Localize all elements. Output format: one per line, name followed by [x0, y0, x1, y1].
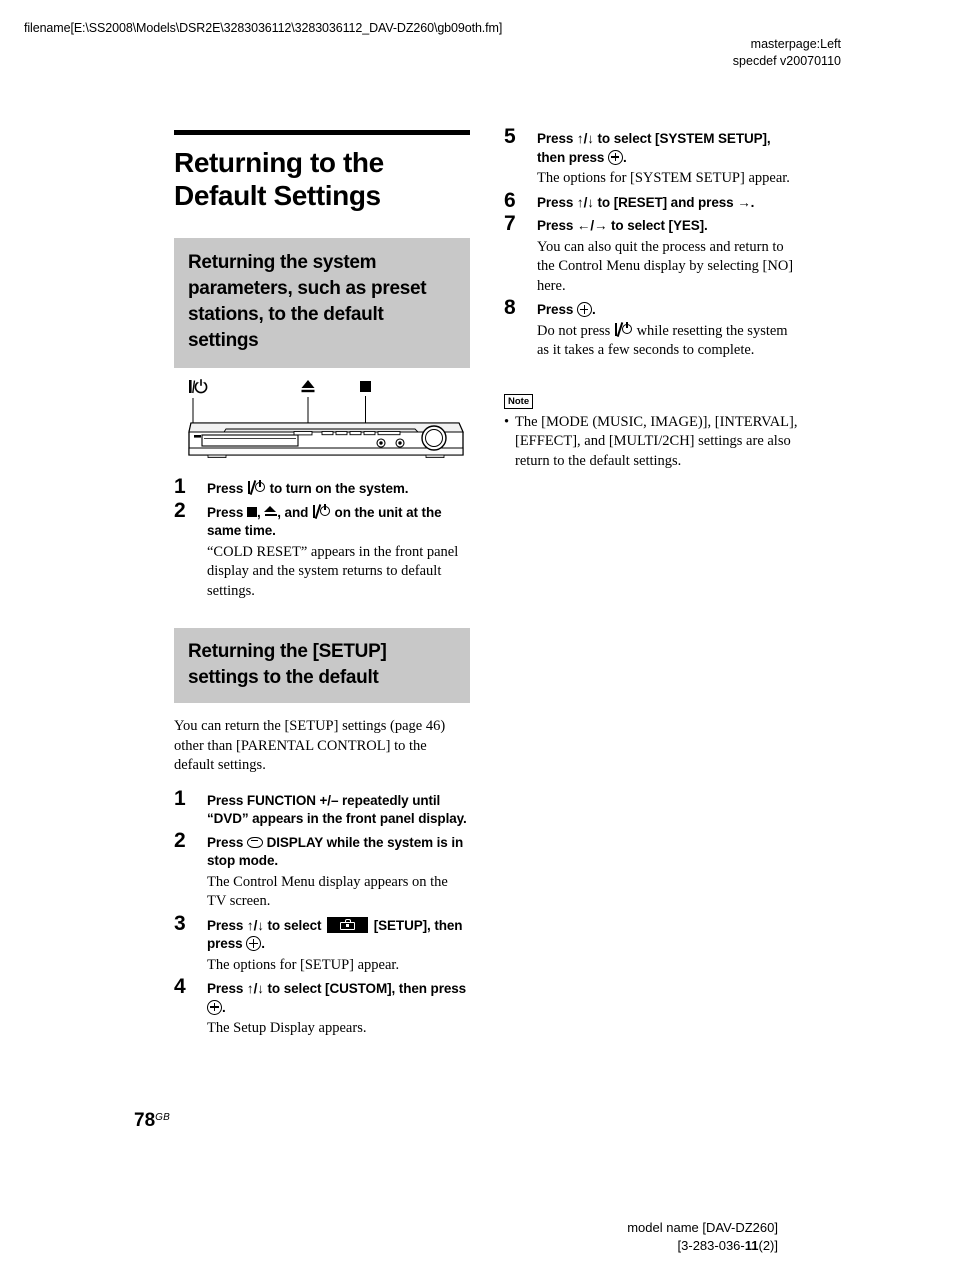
- footer-model-name: model name [DAV-DZ260]: [627, 1220, 778, 1235]
- left-column: Returning to the Default Settings Return…: [174, 130, 470, 1044]
- section-two-intro: You can return the [SETUP] settings (pag…: [174, 718, 446, 773]
- header-masterpage: masterpage:Left: [750, 37, 841, 51]
- step-title: Press ↑/↓ to select [CUSTOM], then press…: [207, 980, 470, 1017]
- step-item: 8 Press . Do not press while resetting t…: [504, 297, 800, 361]
- enter-icon: [607, 149, 623, 165]
- step-number: 6: [504, 188, 516, 212]
- step-title-text: Press: [207, 504, 247, 520]
- step-item: 2 Press DISPLAY while the system is in s…: [174, 830, 470, 912]
- step-body: You can also quit the process and return…: [537, 238, 794, 294]
- page-title: Returning to the Default Settings: [174, 147, 384, 211]
- step-body: “COLD RESET” appears in the front panel …: [207, 543, 459, 599]
- enter-icon: [576, 302, 592, 317]
- step-title: Press ↑/↓ to select [SETUP], then press …: [207, 916, 470, 954]
- step-title-text: ,: [256, 504, 265, 520]
- page-number-value: 78: [134, 1110, 156, 1131]
- step-title-text: Press: [207, 481, 247, 496]
- step-title-text-end: .: [222, 999, 226, 1015]
- section-two-heading: Returning the [SETUP] settings to the de…: [174, 628, 470, 703]
- note-block: Note The [MODE (MUSIC, IMAGE)], [INTERVA…: [504, 391, 800, 472]
- step-body: The Control Menu display appears on the …: [207, 873, 448, 910]
- step-title-text-end: .: [591, 302, 596, 317]
- step-title-text: Press: [537, 302, 577, 317]
- stop-icon: [246, 506, 257, 517]
- footer-meta: model name [DAV-DZ260] [3-283-036-11(2)]: [627, 1219, 778, 1255]
- step-title: Press ←/→ to select [YES].: [537, 218, 708, 233]
- step-title-text: Press ↑/↓ to select [CUSTOM], then press: [207, 981, 467, 996]
- step-title-text: , and: [277, 504, 312, 520]
- step-item: 4 Press ↑/↓ to select [CUSTOM], then pre…: [174, 976, 470, 1039]
- enter-icon: [246, 936, 262, 951]
- step-number: 7: [504, 212, 516, 235]
- step-body-text: Do not press: [537, 322, 614, 339]
- step-item: 2 Press , , and on the unit at the same …: [174, 500, 470, 602]
- step-title: Press FUNCTION +/– repeatedly until “DVD…: [207, 792, 467, 827]
- page-number: 78GB: [134, 1110, 170, 1132]
- header-specdef: specdef v20070110: [732, 54, 841, 68]
- step-body: Do not press while resetting the system …: [537, 321, 800, 361]
- title-rule: [174, 130, 470, 135]
- note-label: Note: [504, 393, 534, 409]
- step-title-text: Press ↑/↓ to select: [207, 917, 326, 933]
- step-number: 4: [174, 975, 186, 998]
- page-number-suffix: GB: [155, 1112, 170, 1123]
- section-two-steps: 1 Press FUNCTION +/– repeatedly until “D…: [174, 788, 470, 1039]
- step-body: The options for [SYSTEM SETUP] appear.: [537, 170, 790, 186]
- display-icon: [246, 836, 263, 848]
- step-number: 8: [504, 296, 516, 319]
- step-body: The options for [SETUP] appear.: [207, 956, 400, 973]
- step-title-text: Press: [207, 834, 247, 850]
- section-one-steps: 1 Press to turn on the system. 2 Press ,…: [174, 476, 470, 602]
- step-title: Press DISPLAY while the system is in sto…: [207, 834, 470, 871]
- step-item: 1 Press FUNCTION +/– repeatedly until “D…: [174, 788, 470, 829]
- step-title: Press .: [537, 301, 800, 320]
- step-number: 2: [174, 498, 186, 522]
- step-item: 5 Press ↑/↓ to select [SYSTEM SETUP], th…: [504, 126, 800, 189]
- footer-part-suffix: (2)]: [758, 1238, 779, 1253]
- step-number: 1: [174, 475, 186, 498]
- power-icon: [247, 480, 266, 495]
- header-meta: masterpage:Left specdef v20070110: [733, 36, 841, 70]
- note-item: The [MODE (MUSIC, IMAGE)], [INTERVAL], […: [504, 413, 800, 472]
- step-number: 2: [174, 828, 186, 852]
- right-column: 5 Press ↑/↓ to select [SYSTEM SETUP], th…: [504, 126, 800, 472]
- step-item: 3 Press ↑/↓ to select [SETUP], then pres…: [174, 913, 470, 976]
- step-title: Press to turn on the system.: [207, 480, 470, 499]
- step-title-text-end: .: [261, 936, 265, 951]
- step-title-text-end: to turn on the system.: [265, 481, 409, 496]
- step-title-text-end: .: [622, 149, 627, 165]
- device-chassis: [188, 422, 464, 458]
- stop-symbol-callout: [360, 381, 371, 424]
- step-item: 7 Press ←/→ to select [YES]. You can als…: [504, 213, 800, 296]
- step-item: 6 Press ↑/↓ to [RESET] and press →.: [504, 190, 800, 213]
- step-title-text: Press ↑/↓ to select [SYSTEM SETUP], then…: [537, 131, 771, 165]
- setup-toolbox-icon: [327, 916, 369, 933]
- header-filename: filename[E:\SS2008\Models\DSR2E\32830361…: [24, 21, 503, 35]
- footer-part-prefix: [3-283-036-: [677, 1238, 745, 1253]
- step-body: The Setup Display appears.: [207, 1020, 367, 1036]
- step-item: 1 Press to turn on the system.: [174, 476, 470, 499]
- footer-part-revision: 11: [744, 1238, 759, 1253]
- power-icon: [614, 321, 633, 337]
- section-two-steps-continued: 5 Press ↑/↓ to select [SYSTEM SETUP], th…: [504, 126, 800, 361]
- eject-symbol-callout: [301, 380, 315, 424]
- step-number: 1: [174, 786, 186, 810]
- power-icon: [312, 503, 331, 519]
- enter-icon: [207, 999, 222, 1015]
- front-panel-figure: [180, 376, 470, 468]
- section-one-heading: Returning the system parameters, such as…: [174, 238, 470, 368]
- step-title: Press ↑/↓ to [RESET] and press →.: [537, 194, 755, 210]
- step-number: 5: [504, 125, 516, 148]
- eject-icon: [264, 505, 277, 518]
- step-title: Press ↑/↓ to select [SYSTEM SETUP], then…: [537, 130, 800, 167]
- step-title: Press , , and on the unit at the same ti…: [207, 503, 470, 541]
- step-number: 3: [174, 911, 186, 935]
- footer-part-number: [3-283-036-11(2)]: [627, 1237, 778, 1255]
